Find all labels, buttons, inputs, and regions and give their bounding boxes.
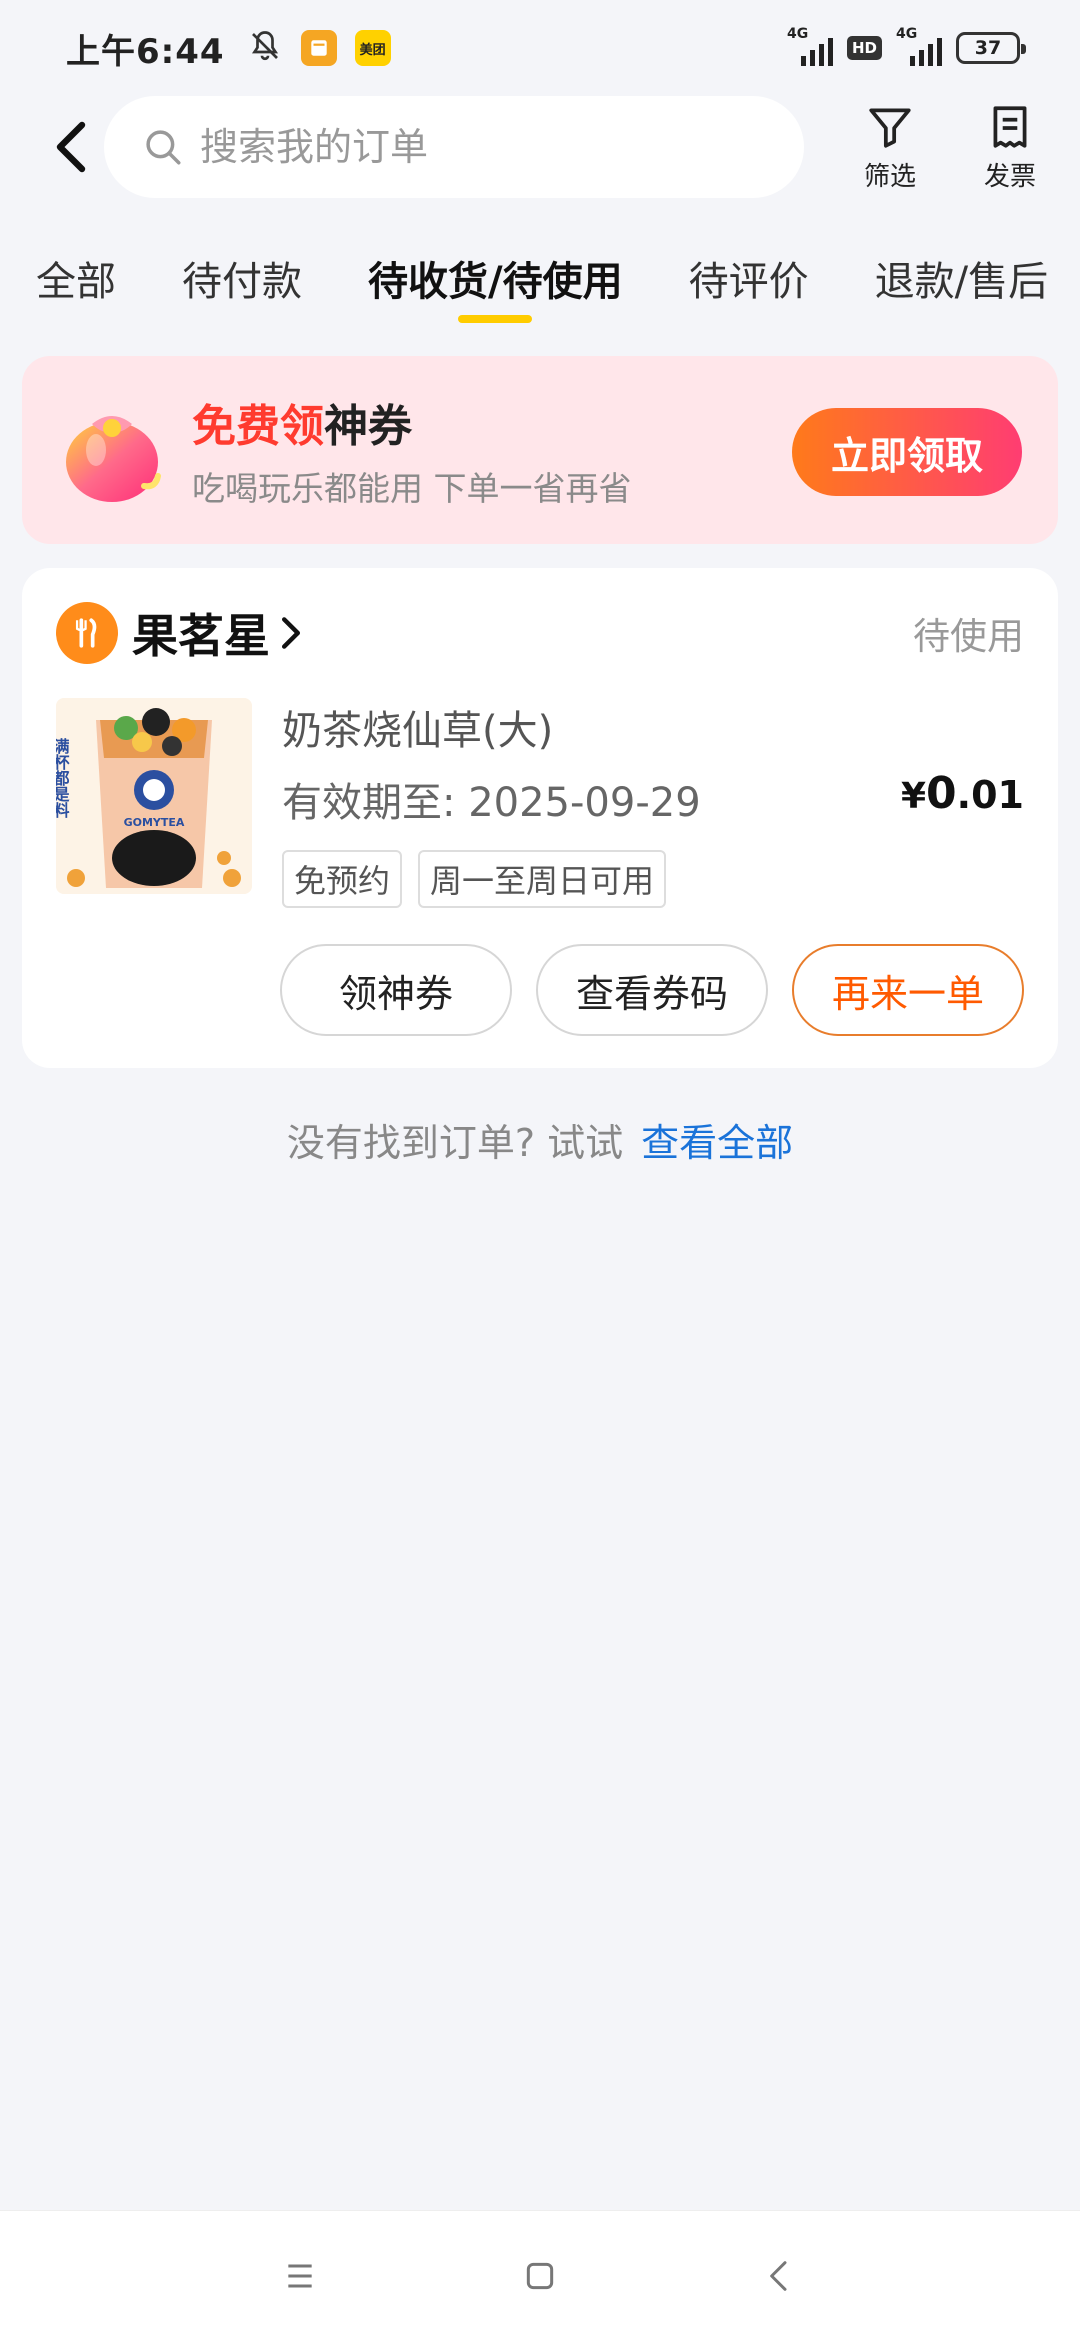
order-status: 待使用 [913,615,1024,658]
header: 筛选 发票 [0,96,1080,198]
search-box[interactable] [104,96,804,198]
order-card[interactable]: 果茗星 待使用 GOMYTEA 满杯都是料 奶茶烧仙草(大) 有效期至: 202… [22,568,1058,1068]
coupon-banner[interactable]: 免费领神券 吃喝玩乐都能用 下单一省再省 立即领取 [22,356,1058,544]
product-tags: 免预约 周一至周日可用 [282,850,701,908]
product-image: GOMYTEA 满杯都是料 [56,698,252,894]
back-arrow-icon [56,121,86,173]
view-all-link[interactable]: 查看全部 [641,1121,793,1165]
banner-subtitle: 吃喝玩乐都能用 下单一省再省 [192,469,632,508]
signal-2-icon: 4G [896,26,942,66]
tab-refund[interactable]: 退款/售后 [875,249,1048,307]
status-bar: 上午6:44 美团 4G HD 4G 37 [0,0,1080,96]
view-code-button[interactable]: 查看券码 [536,944,768,1036]
store-name[interactable]: 果茗星 [132,600,270,666]
not-found-hint: 没有找到订单? 试试 查看全部 [0,1112,1080,1167]
home-icon[interactable] [520,2256,560,2296]
header-actions: 筛选 发票 [854,102,1046,193]
reorder-button[interactable]: 再来一单 [792,944,1024,1036]
back-button[interactable] [40,107,100,187]
product-valid-until: 有效期至: 2025-09-29 [282,780,701,826]
coupon-bag-icon [66,416,161,502]
invoice-button[interactable]: 发票 [974,102,1046,193]
tab-to-review[interactable]: 待评价 [689,249,809,307]
filter-button[interactable]: 筛选 [854,102,926,193]
svg-text:满杯都是料: 满杯都是料 [56,738,71,819]
product-row[interactable]: GOMYTEA 满杯都是料 奶茶烧仙草(大) 有效期至: 2025-09-29 … [56,698,1024,908]
status-time: 上午6:44 [66,31,225,72]
order-tabs: 全部 待付款 待收货/待使用 待评价 退款/售后 [0,222,1080,334]
chevron-right-icon[interactable] [270,616,304,650]
order-actions: 领神券 查看券码 再来一单 [280,944,1024,1036]
back-nav-icon[interactable] [760,2256,800,2296]
invoice-label: 发票 [983,161,1036,192]
top-area: 上午6:44 美团 4G HD 4G 37 搜索我的订单 筛选 发票 全部 待付… [0,0,1080,334]
battery-icon: 37 [956,32,1026,64]
product-name: 奶茶烧仙草(大) [282,708,554,754]
hd-icon: HD [846,36,882,60]
tab-pending-payment[interactable]: 待付款 [182,249,302,307]
svg-text:GOMYTEA: GOMYTEA [124,816,185,829]
status-right: 4G HD 4G 37 [787,26,1026,66]
meituan-app-icon: 美团 [354,30,391,66]
restaurant-icon [56,602,118,664]
system-nav-bar [0,2210,1080,2340]
invoice-icon [993,105,1027,148]
notes-app-icon [300,30,337,66]
tab-to-receive-use[interactable]: 待收货/待使用 [368,249,623,307]
store-row: 果茗星 待使用 [56,568,1024,698]
filter-icon [869,107,911,148]
banner-text: 免费领神券 吃喝玩乐都能用 下单一省再省 [192,390,632,510]
filter-label: 筛选 [863,161,916,192]
search-input[interactable] [200,125,760,169]
bell-muted-icon [247,28,283,68]
search-icon [146,130,181,165]
product-info: 奶茶烧仙草(大) 有效期至: 2025-09-29 免预约 周一至周日可用 [282,698,701,908]
menu-icon[interactable] [280,2256,320,2296]
price: ¥0.01 [900,768,1024,819]
banner-title: 免费领神券 [192,401,412,452]
get-coupon-button[interactable]: 领神券 [280,944,512,1036]
tag-available-days: 周一至周日可用 [418,850,667,908]
claim-coupon-button[interactable]: 立即领取 [792,408,1022,496]
tab-all[interactable]: 全部 [36,249,116,307]
status-left-icons: 美团 [247,28,391,68]
signal-1-icon: 4G [787,26,833,66]
tag-no-reservation: 免预约 [282,850,403,908]
not-found-text: 没有找到订单? 试试 [286,1121,624,1165]
